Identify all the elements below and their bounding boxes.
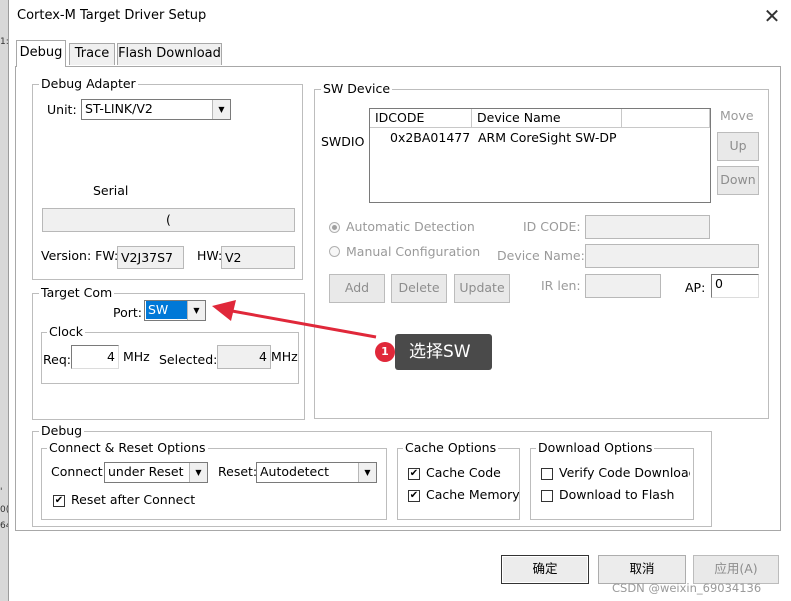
- annotation-arrow: [212, 300, 377, 339]
- watermark: CSDN @weixin_69034136: [612, 581, 762, 595]
- tab-debug[interactable]: Debug: [16, 40, 66, 67]
- annotation-callout: 选择SW: [395, 334, 492, 370]
- annotation-badge: 1: [375, 342, 395, 362]
